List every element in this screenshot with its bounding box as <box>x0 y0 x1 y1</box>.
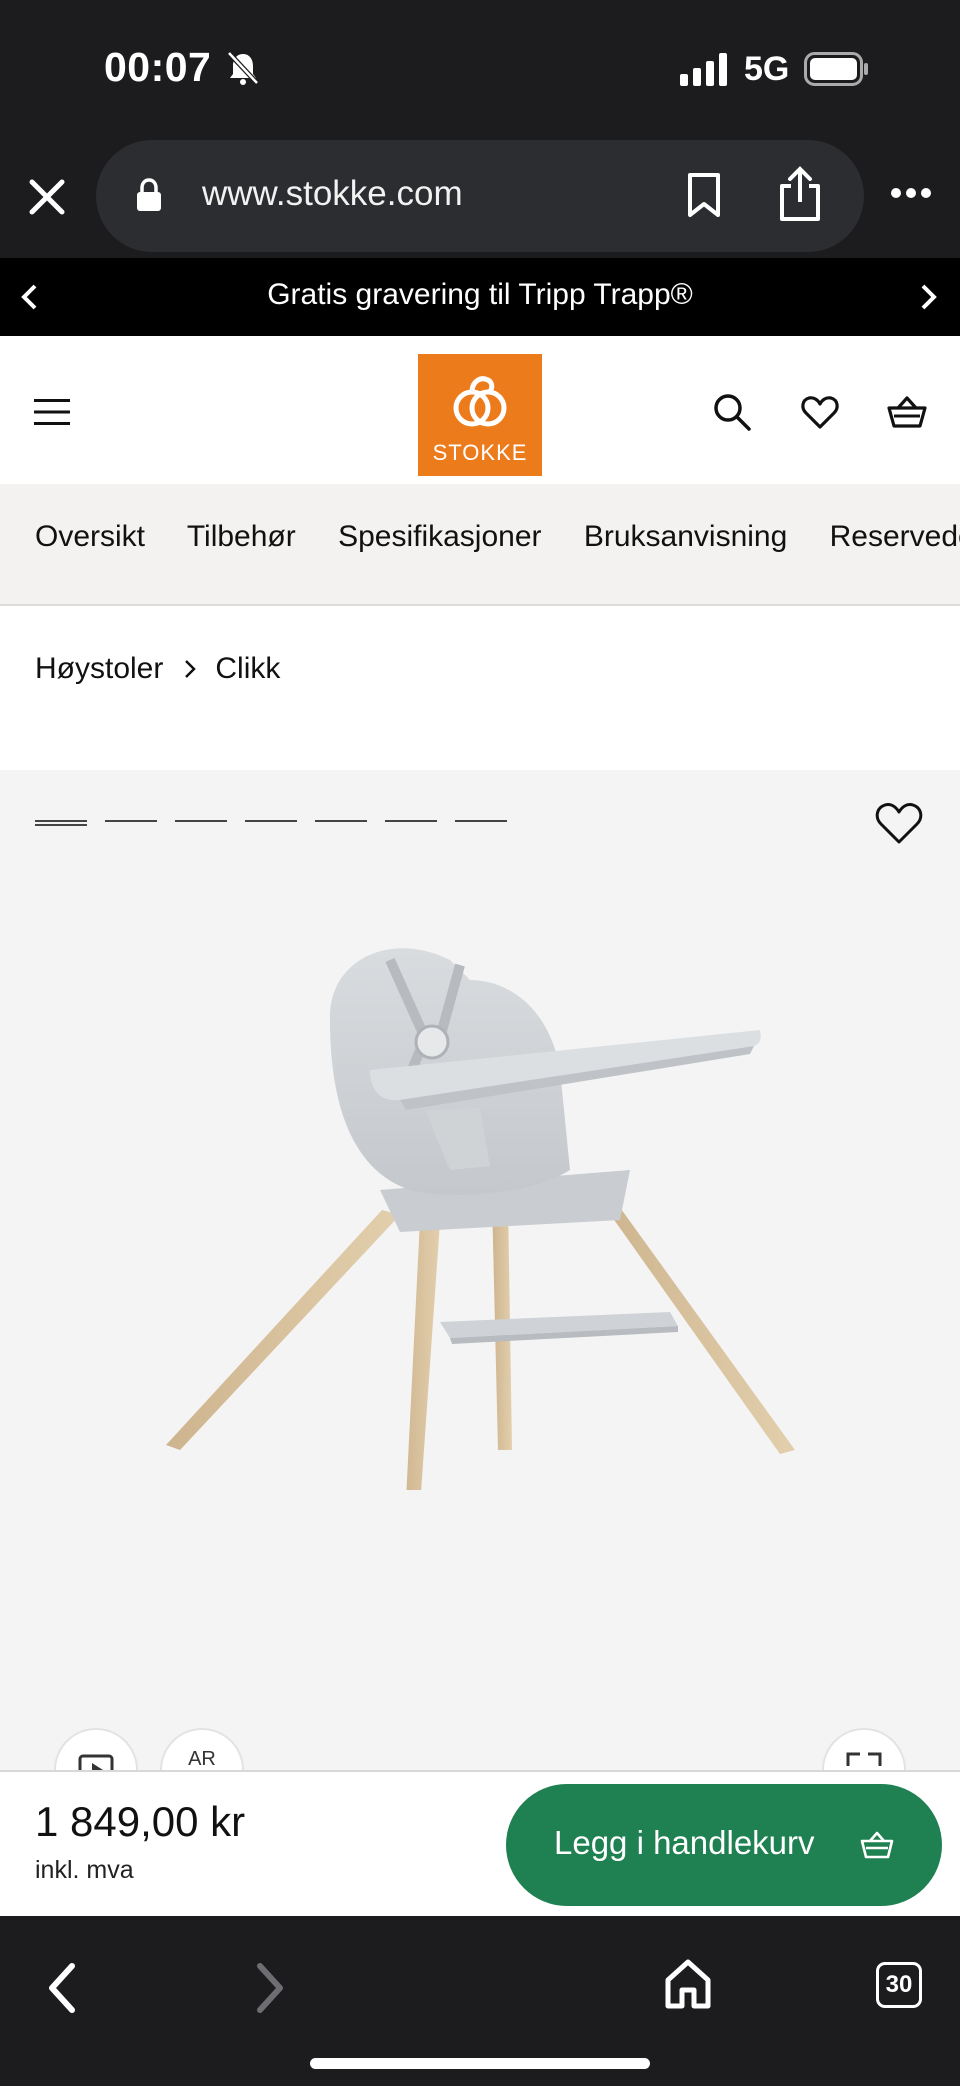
gallery-pagination <box>35 820 507 826</box>
ar-icon: AR <box>188 1748 216 1770</box>
add-to-cart-button[interactable]: Legg i handlekurv <box>506 1784 942 1906</box>
subnav-item-bruksanvisning[interactable]: Bruksanvisning <box>584 520 787 553</box>
forward-icon[interactable] <box>252 1960 288 2016</box>
bell-slash-icon <box>227 51 259 85</box>
add-to-cart-label: Legg i handlekurv <box>554 1824 815 1861</box>
tabs-icon[interactable]: 30 <box>876 1962 922 2008</box>
browser-chrome: 00:07 5G www.stokke.com <box>0 0 960 258</box>
breadcrumb-item-hoystoler[interactable]: Høystoler <box>35 652 163 686</box>
chevron-right-icon[interactable] <box>918 278 940 316</box>
product-image-high-chair <box>166 948 795 1490</box>
battery-icon <box>804 52 868 86</box>
more-icon[interactable] <box>890 186 932 200</box>
gallery-dot[interactable] <box>105 820 157 822</box>
url-text: www.stokke.com <box>202 174 463 213</box>
lock-icon <box>137 178 161 211</box>
site-header: STOKKE <box>0 336 960 484</box>
expand-button[interactable] <box>822 1728 906 1770</box>
product-price: 1 849,00 kr <box>35 1798 246 1845</box>
home-indicator <box>310 2058 650 2069</box>
play-icon <box>78 1754 114 1770</box>
browser-toolbar: 30 <box>0 1916 960 2086</box>
breadcrumb-item-clikk[interactable]: Clikk <box>215 652 280 686</box>
close-icon[interactable] <box>26 176 68 218</box>
breadcrumb: Høystoler Clikk <box>35 652 280 686</box>
vat-note: inkl. mva <box>35 1856 134 1884</box>
gallery-dot[interactable] <box>35 820 87 826</box>
product-gallery[interactable]: AR <box>0 770 960 1770</box>
gallery-dot[interactable] <box>455 820 507 822</box>
basket-icon <box>860 1831 894 1859</box>
subnav-item-reservedeler[interactable]: Reservedeler <box>830 520 960 553</box>
heart-icon[interactable] <box>800 394 840 430</box>
expand-icon <box>846 1752 882 1766</box>
subnav-item-tilbehor[interactable]: Tilbehør <box>187 520 296 553</box>
gallery-dot[interactable] <box>385 820 437 822</box>
stokke-logo[interactable]: STOKKE <box>418 354 542 476</box>
promo-text: Gratis gravering til Tripp Trapp® <box>267 278 693 311</box>
subnav-items: Oversikt Tilbehør Spesifikasjoner Bruksa… <box>35 520 960 554</box>
address-bar[interactable]: www.stokke.com <box>96 140 864 252</box>
network-type: 5G <box>744 50 790 88</box>
subnav-item-oversikt[interactable]: Oversikt <box>35 520 145 553</box>
signal-icon <box>680 53 727 86</box>
video-button[interactable] <box>54 1728 138 1770</box>
status-time: 00:07 <box>104 44 212 90</box>
menu-icon[interactable] <box>34 398 70 426</box>
wishlist-heart-icon[interactable] <box>874 800 924 846</box>
search-icon[interactable] <box>712 392 752 432</box>
subnav-item-spesifikasjoner[interactable]: Spesifikasjoner <box>338 520 541 553</box>
gallery-dot[interactable] <box>245 820 297 822</box>
product-subnav: Oversikt Tilbehør Spesifikasjoner Bruksa… <box>0 484 960 606</box>
home-icon[interactable] <box>664 1958 712 2010</box>
sticky-price-bar: 1 849,00 kr inkl. mva Legg i handlekurv <box>0 1770 960 1916</box>
bookmark-icon[interactable] <box>686 172 722 218</box>
basket-icon[interactable] <box>886 394 928 430</box>
share-icon[interactable] <box>778 166 822 222</box>
gallery-dot[interactable] <box>175 820 227 822</box>
stokke-logo-mark <box>453 376 507 427</box>
logo-text: STOKKE <box>432 440 528 465</box>
back-icon[interactable] <box>44 1960 80 2016</box>
chevron-right-icon <box>185 660 197 678</box>
ar-button[interactable]: AR <box>160 1728 244 1770</box>
promo-banner: Gratis gravering til Tripp Trapp® <box>0 258 960 336</box>
gallery-dot[interactable] <box>315 820 367 822</box>
